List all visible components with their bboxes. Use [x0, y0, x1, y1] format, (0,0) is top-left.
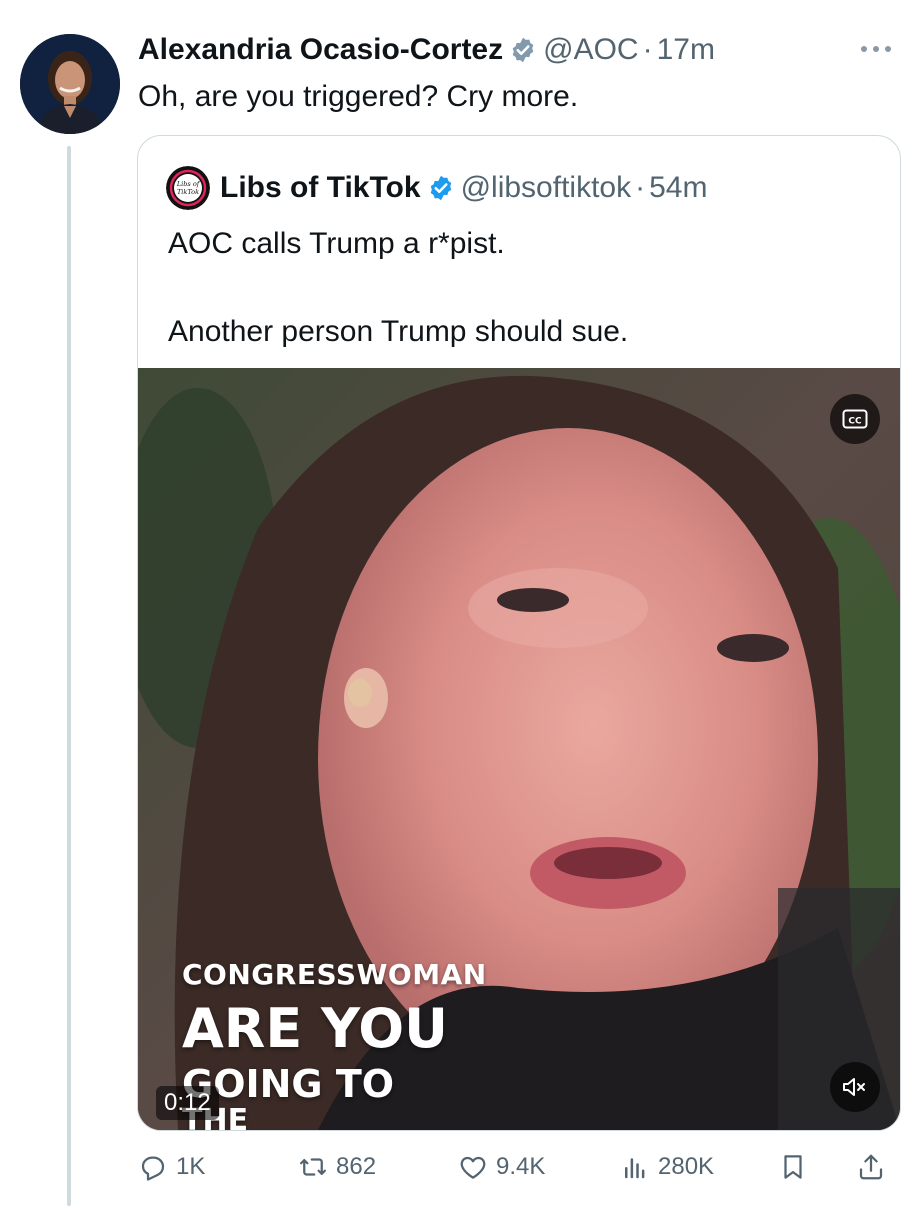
- tweet-header: Alexandria Ocasio-Cortez @AOC · 17m: [138, 30, 715, 70]
- tweet-action-bar: 1K 862 9.4K 280K: [0, 1145, 918, 1189]
- quoted-tweet-header: Libs of TikTok Libs of TikTok @libsoftik…: [166, 166, 707, 210]
- caption-line: THE: [182, 1106, 487, 1131]
- thread-line: [67, 146, 71, 1206]
- quoted-author-name[interactable]: Libs of TikTok: [220, 171, 421, 205]
- svg-text:Libs of: Libs of: [176, 180, 201, 188]
- tweet-timestamp[interactable]: 17m: [657, 33, 715, 67]
- quoted-author-handle[interactable]: @libsoftiktok: [461, 171, 632, 205]
- video-elapsed-time: 0:12: [156, 1086, 219, 1120]
- views-button[interactable]: 280K: [620, 1145, 714, 1189]
- author-avatar[interactable]: [20, 34, 120, 134]
- verified-badge-icon[interactable]: [427, 174, 455, 202]
- caption-line: ARE YOU: [182, 997, 448, 1060]
- like-count: 9.4K: [496, 1153, 546, 1180]
- video-caption: CONGRESSWOMAN ARE YOU GOING TO THE: [182, 958, 487, 1130]
- separator-dot: ·: [642, 33, 653, 66]
- analytics-icon: [625, 1158, 645, 1179]
- repost-button[interactable]: 862: [298, 1145, 376, 1189]
- quoted-author-avatar[interactable]: Libs of TikTok: [166, 166, 210, 210]
- reply-icon: [141, 1156, 165, 1181]
- quoted-tweet-text: AOC calls Trump a r*pist. Another person…: [168, 227, 629, 348]
- volume-muted-icon[interactable]: [830, 1062, 880, 1112]
- video-player[interactable]: CC CONGRESSWOMAN ARE YOU GOING TO THE 0:…: [138, 368, 900, 1130]
- share-icon: [859, 1154, 883, 1180]
- verified-badge-icon[interactable]: [509, 36, 537, 64]
- repost-icon: [300, 1158, 326, 1176]
- caption-line: GOING TO: [182, 1062, 395, 1106]
- closed-captions-icon[interactable]: CC: [830, 394, 880, 444]
- author-handle[interactable]: @AOC: [543, 33, 638, 67]
- author-name[interactable]: Alexandria Ocasio-Cortez: [138, 33, 503, 67]
- quoted-tweet-timestamp[interactable]: 54m: [649, 171, 707, 205]
- share-button[interactable]: [856, 1145, 894, 1189]
- bookmark-button[interactable]: [778, 1145, 816, 1189]
- views-count: 280K: [658, 1153, 715, 1180]
- quoted-tweet-card[interactable]: Libs of TikTok Libs of TikTok @libsoftik…: [137, 135, 901, 1131]
- heart-icon: [460, 1156, 486, 1179]
- svg-text:CC: CC: [848, 417, 862, 427]
- caption-line: CONGRESSWOMAN: [182, 958, 487, 991]
- svg-text:TikTok: TikTok: [177, 188, 199, 196]
- bookmark-icon: [784, 1155, 802, 1179]
- reply-button[interactable]: 1K: [138, 1145, 205, 1189]
- tweet-text: Oh, are you triggered? Cry more.: [138, 80, 579, 113]
- reply-count: 1K: [176, 1153, 206, 1180]
- repost-count: 862: [336, 1153, 377, 1180]
- more-horizontal-icon[interactable]: [856, 34, 896, 64]
- separator-dot: ·: [635, 171, 646, 204]
- like-button[interactable]: 9.4K: [458, 1145, 545, 1189]
